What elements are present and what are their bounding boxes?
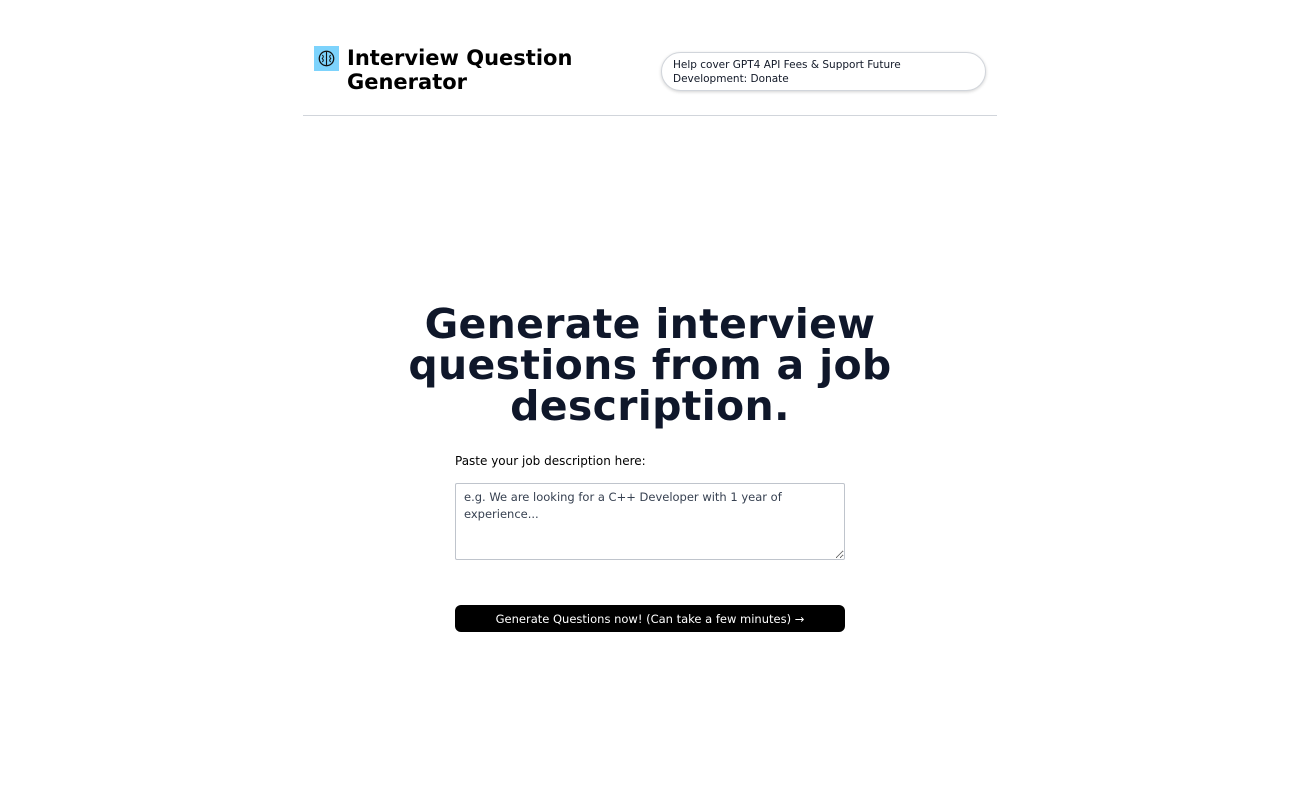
- donate-link[interactable]: Help cover GPT4 API Fees & Support Futur…: [661, 52, 986, 91]
- page-heading: Generate interview questions from a job …: [408, 300, 892, 430]
- job-description-label: Paste your job description here:: [455, 454, 646, 468]
- job-description-input[interactable]: [455, 483, 845, 560]
- brain-icon: [314, 46, 339, 71]
- brand[interactable]: Interview Question Generator: [314, 46, 577, 94]
- site-header: Interview Question Generator Help cover …: [303, 0, 997, 116]
- generate-questions-button[interactable]: Generate Questions now! (Can take a few …: [455, 605, 845, 632]
- app-title: Interview Question Generator: [347, 46, 573, 94]
